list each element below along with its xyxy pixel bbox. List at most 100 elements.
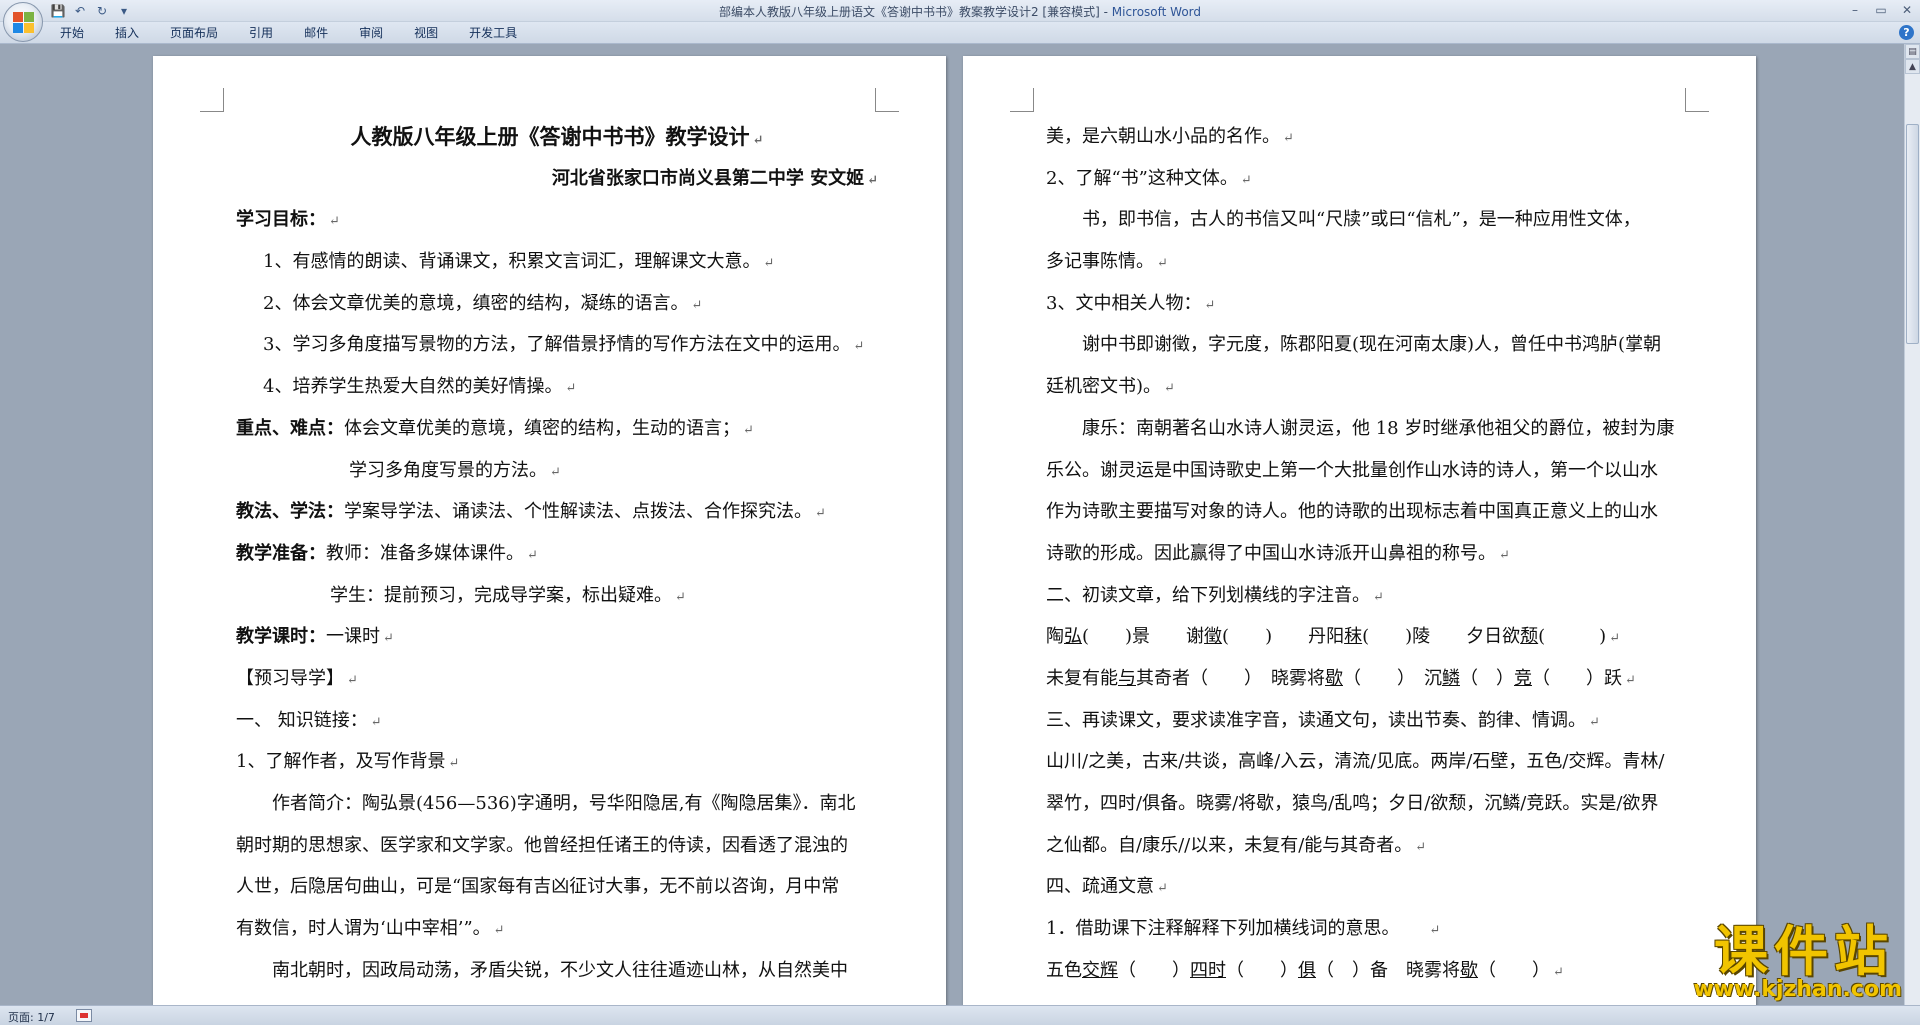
paragraph-line[interactable]: 多记事陈情。 ↵: [1046, 241, 1688, 283]
text-run: 四时: [1190, 959, 1226, 981]
paragraph-line[interactable]: 重点、难点：体会文章优美的意境，缜密的结构，生动的语言； ↵: [236, 408, 878, 450]
ribbon-tab[interactable]: 视图: [404, 22, 448, 44]
paragraph-line[interactable]: 之仙都。自/康乐//以来，未复有/能与其奇者。 ↵: [1046, 825, 1688, 867]
paragraph-line[interactable]: 3、学习多角度描写景物的方法，了解借景抒情的写作方法在文中的运用。 ↵: [236, 324, 878, 366]
text-run: 二、初读文章，给下列划横线的字注音。: [1046, 584, 1370, 606]
page-1-body[interactable]: 人教版八年级上册《答谢中书书》教学设计 ↵ 河北省张家口市尚义县第二中学 安文姬 ↵ 学…: [236, 116, 878, 991]
maximize-button[interactable]: ▭: [1868, 0, 1894, 20]
vertical-scrollbar[interactable]: ▤ ▲: [1904, 44, 1920, 1005]
document-page-2[interactable]: 美，是六朝山水小品的名作。 ↵ 2、了解“书”这种文体。 ↵ 书，即书信，古人的书信又叫…: [963, 56, 1756, 1005]
text-run: 廷机密文书)。: [1046, 376, 1162, 398]
paragraph-line[interactable]: 1、了解作者，及写作背景 ↵: [236, 741, 878, 783]
ribbon-tab[interactable]: 开发工具: [459, 22, 527, 44]
paragraph-line[interactable]: 【预习导学】 ↵: [236, 658, 878, 700]
document-workspace[interactable]: 人教版八年级上册《答谢中书书》教学设计 ↵ 河北省张家口市尚义县第二中学 安文姬 ↵ 学…: [0, 44, 1904, 1005]
paragraph-line[interactable]: 有数信，时人谓为‘山中宰相’”。 ↵: [236, 908, 878, 950]
paragraph-mark-icon: ↵: [1157, 256, 1168, 272]
app-name: Microsoft Word: [1111, 5, 1202, 19]
paragraph-line[interactable]: 廷机密文书)。 ↵: [1046, 366, 1688, 408]
minimize-button[interactable]: –: [1842, 0, 1868, 20]
paragraph-mark-icon: ↵: [329, 214, 340, 230]
scrollbar-thumb[interactable]: [1906, 124, 1919, 344]
paragraph-line[interactable]: 河北省张家口市尚义县第二中学 安文姬 ↵: [236, 158, 878, 200]
text-run: 秣: [1344, 626, 1363, 648]
paragraph-line[interactable]: 未复有能与其奇者（ ） 晓雾将歇（ ） 沉鳞（ ）竞（ ）跃 ↵: [1046, 658, 1688, 700]
text-run: （ ）: [1226, 959, 1298, 981]
paragraph-line[interactable]: 教法、学法：学案导学法、诵读法、个性解读法、点拨法、合作探究法。 ↵: [236, 491, 878, 533]
text-run: 四、疏通文意: [1046, 876, 1154, 898]
text-run: ( ): [1538, 626, 1607, 648]
text-run: 3、学习多角度描写景物的方法，了解借景抒情的写作方法在文中的运用。: [263, 334, 851, 356]
paragraph-line[interactable]: 作为诗歌主要描写对象的诗人。他的诗歌的出现标志着中国真正意义上的山水: [1046, 491, 1688, 533]
text-run: 教师：准备多媒体课件。: [326, 542, 524, 564]
paragraph-mark-icon: ↵: [1553, 964, 1564, 980]
watermark-url: www.kjzhan.com: [1693, 977, 1902, 1002]
ribbon-tab[interactable]: 邮件: [294, 22, 338, 44]
page-count[interactable]: 页面: 1/7: [8, 1009, 55, 1025]
text-run: 交辉: [1082, 959, 1118, 981]
ribbon-tab[interactable]: 插入: [105, 22, 149, 44]
paragraph-line[interactable]: 五色交辉（ ）四时（ ）俱（ ）备 晓雾将歇（ ） ↵: [1046, 950, 1688, 992]
paragraph-line[interactable]: 山川/之美，古来/共谈，高峰/入云，清流/见底。两岸/石壁，五色/交辉。青林/: [1046, 741, 1688, 783]
paragraph-line[interactable]: 翠竹，四时/俱备。晓雾/将歇，猿鸟/乱鸣；夕日/欲颓，沉鳞/竞跃。实是/欲界: [1046, 783, 1688, 825]
paragraph-mark-icon: ↵: [1429, 923, 1441, 939]
paragraph-line[interactable]: 教学准备：教师：准备多媒体课件。 ↵: [236, 533, 878, 575]
ribbon-tab[interactable]: 审阅: [349, 22, 393, 44]
paragraph-line[interactable]: 一、 知识链接： ↵: [236, 700, 878, 742]
paragraph-line[interactable]: 人教版八年级上册《答谢中书书》教学设计 ↵: [236, 116, 878, 158]
paragraph-mark-icon: ↵: [1283, 131, 1294, 146]
paragraph-line[interactable]: 3、文中相关人物： ↵: [1046, 283, 1688, 325]
status-bar: 页面: 1/7: [0, 1005, 1920, 1025]
paragraph-line[interactable]: 诗歌的形成。因此赢得了中国山水诗派开山鼻祖的称号。 ↵: [1046, 533, 1688, 575]
close-icon: ✕: [1901, 3, 1913, 17]
text-run: 乐公。谢灵运是中国诗歌史上第一个大批量创作山水诗的诗人，第一个以山水: [1046, 459, 1658, 481]
office-button[interactable]: [3, 2, 43, 42]
paragraph-mark-icon: ↵: [1499, 547, 1510, 563]
watermark-title: 课件站: [1714, 920, 1894, 983]
paragraph-line[interactable]: 1、有感情的朗读、背诵课文，积累文言词汇，理解课文大意。 ↵: [236, 241, 878, 283]
paragraph-line[interactable]: 四、疏通文意 ↵: [1046, 866, 1688, 908]
paragraph-mark-icon: ↵: [1373, 589, 1384, 605]
paragraph-line[interactable]: 三、再读课文，要求读准字音，读通文句，读出节奏、韵律、情调。 ↵: [1046, 700, 1688, 742]
paragraph-line[interactable]: 学习多角度写景的方法。 ↵: [236, 450, 878, 492]
paragraph-line[interactable]: 2、体会文章优美的意境，缜密的结构，凝练的语言。 ↵: [236, 283, 878, 325]
text-run: 1．借助课下注释解释下列加横线词的意思。: [1046, 918, 1427, 940]
scroll-up-button[interactable]: ▲: [1905, 59, 1920, 74]
ribbon-tab[interactable]: 开始: [50, 22, 94, 44]
text-run: 学习目标：: [236, 209, 326, 231]
maximize-icon: ▭: [1875, 3, 1887, 17]
text-run: 作为诗歌主要描写对象的诗人。他的诗歌的出现标志着中国真正意义上的山水: [1046, 501, 1658, 523]
paragraph-line[interactable]: 教学课时：一课时 ↵: [236, 616, 878, 658]
paragraph-line[interactable]: 陶弘( )景 谢徵( ) 丹阳秣( )陵 夕日欲颓( ) ↵: [1046, 616, 1688, 658]
paragraph-line[interactable]: 2、了解“书”这种文体。 ↵: [1046, 158, 1688, 200]
ribbon-tab[interactable]: 引用: [239, 22, 283, 44]
help-icon[interactable]: ?: [1899, 25, 1914, 40]
paragraph-line[interactable]: 美，是六朝山水小品的名作。 ↵: [1046, 116, 1688, 158]
paragraph-line[interactable]: 朝时期的思想家、医学家和文学家。他曾经担任诸王的侍读，因看透了混浊的: [236, 825, 878, 867]
paragraph-line[interactable]: 学生：提前预习，完成导学案，标出疑难。 ↵: [236, 575, 878, 617]
document-page-1[interactable]: 人教版八年级上册《答谢中书书》教学设计 ↵ 河北省张家口市尚义县第二中学 安文姬 ↵ 学…: [153, 56, 946, 1005]
paragraph-line[interactable]: 4、培养学生热爱大自然的美好情操。 ↵: [236, 366, 878, 408]
paragraph-line[interactable]: 南北朝时，因政局动荡，矛盾尖锐，不少文人往往遁迹山林，从自然美中: [236, 950, 878, 992]
proofing-status-icon[interactable]: [76, 1009, 92, 1022]
text-run: 多记事陈情。: [1046, 251, 1154, 273]
ribbon-tab[interactable]: 页面布局: [160, 22, 228, 44]
paragraph-line[interactable]: 二、初读文章，给下列划横线的字注音。 ↵: [1046, 575, 1688, 617]
ruler-toggle-icon[interactable]: ▤: [1905, 44, 1920, 59]
text-run: 1、了解作者，及写作背景: [236, 751, 446, 773]
text-run: 与: [1118, 667, 1136, 689]
page-2-body[interactable]: 美，是六朝山水小品的名作。 ↵ 2、了解“书”这种文体。 ↵ 书，即书信，古人的书信又叫…: [1046, 116, 1688, 991]
paragraph-line[interactable]: 乐公。谢灵运是中国诗歌史上第一个大批量创作山水诗的诗人，第一个以山水: [1046, 450, 1688, 492]
paragraph-line[interactable]: 作者简介：陶弘景(456—536)字通明，号华阳隐居,有《陶隐居集》．南北: [236, 783, 878, 825]
paragraph-line[interactable]: 学习目标： ↵: [236, 199, 878, 241]
paragraph-mark-icon: ↵: [550, 464, 561, 480]
paragraph-line[interactable]: 康乐：南朝著名山水诗人谢灵运，他 18 岁时继承他祖父的爵位，被封为康: [1046, 408, 1688, 450]
text-run: ( )景 谢: [1082, 626, 1205, 648]
text-run: 有数信，时人谓为‘山中宰相’”。: [236, 918, 491, 940]
paragraph-line[interactable]: 1．借助课下注释解释下列加横线词的意思。 ↵: [1046, 908, 1688, 950]
close-button[interactable]: ✕: [1894, 0, 1920, 20]
text-run: 翠竹，四时/俱备。晓雾/将歇，猿鸟/乱鸣；夕日/欲颓，沉鳞/竞跃。实是/欲界: [1046, 793, 1659, 814]
paragraph-line[interactable]: 书，即书信，古人的书信又叫“尺牍”或曰“信札”，是一种应用性文体，: [1046, 199, 1688, 241]
paragraph-line[interactable]: 谢中书即谢徵，字元度，陈郡阳夏(现在河南太康)人，曾任中书鸿胪(掌朝: [1046, 324, 1688, 366]
paragraph-line[interactable]: 人世，后隐居句曲山，可是“国家每有吉凶征讨大事，无不前以咨询，月中常: [236, 866, 878, 908]
